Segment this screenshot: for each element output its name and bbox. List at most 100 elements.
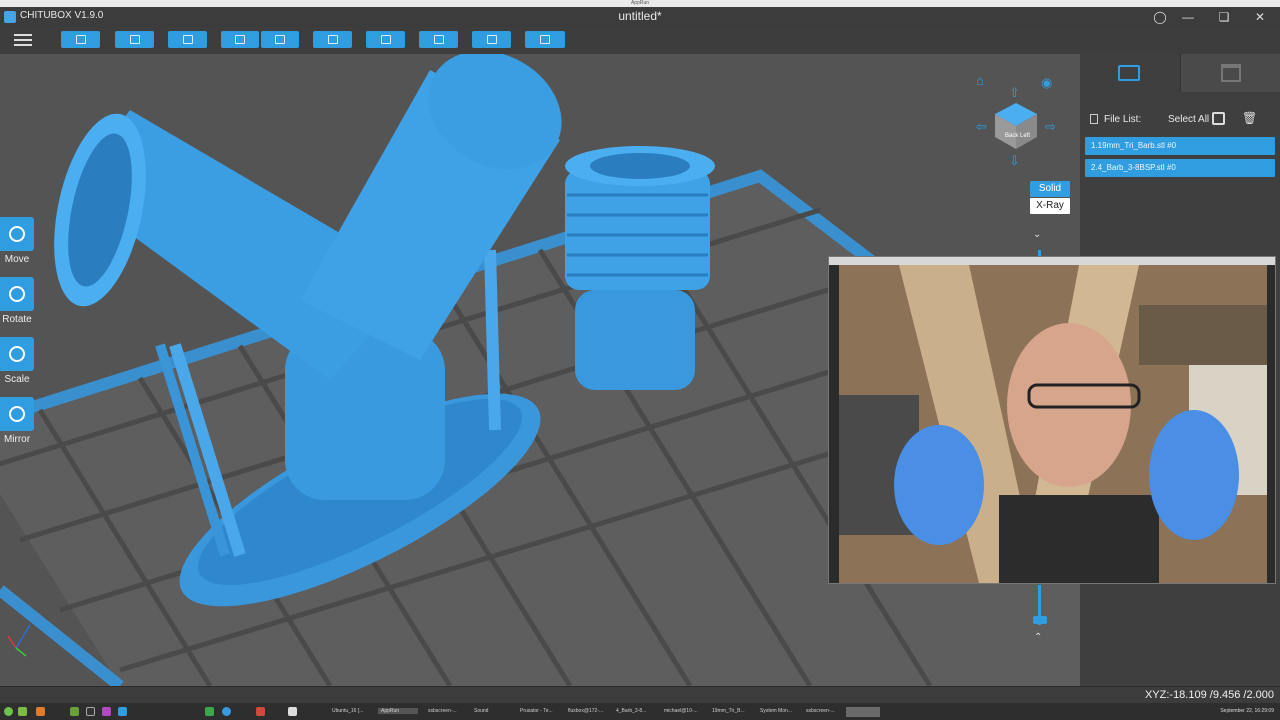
export-icon	[182, 35, 193, 44]
eye-icon[interactable]: ◉	[1041, 76, 1052, 89]
taskbar-item[interactable]: fluxbox@172-...	[568, 708, 608, 714]
document-title: untitled*	[618, 9, 662, 23]
file-list-label: File List:	[1104, 114, 1142, 125]
taskbar-item[interactable]: AppRun	[378, 708, 418, 714]
slice-button[interactable]	[525, 31, 565, 48]
move-label: Move	[4, 254, 30, 265]
undo-button[interactable]	[221, 31, 259, 48]
slice-icon	[540, 35, 550, 44]
xyz-readout: XYZ:-18.109 /9.456 /2.000	[1144, 689, 1274, 701]
rotate-left-icon[interactable]: ⇦	[976, 120, 987, 133]
rotate-down-icon[interactable]: ⇩	[1009, 154, 1020, 167]
taskbar-item[interactable]: Prusator - Te...	[520, 708, 560, 714]
taskbar-item[interactable]: ssbscreen-...	[428, 708, 468, 714]
nav-cube[interactable]: Back Left	[993, 101, 1039, 151]
main-toolbar	[0, 27, 1280, 54]
open-file-button[interactable]	[61, 31, 100, 48]
firefox-icon[interactable]	[36, 707, 45, 716]
taskbar: Ubuntu_16 [... AppRun ssbscreen-... Soun…	[0, 703, 1280, 720]
app-name: CHITUBOX V1.9.0	[20, 10, 104, 21]
user-icon[interactable]: ◯	[1152, 9, 1168, 25]
scale-label: Scale	[4, 374, 30, 385]
tab-settings[interactable]	[1080, 54, 1180, 92]
hollow-button[interactable]	[419, 31, 458, 48]
app-icon[interactable]	[205, 707, 214, 716]
home-view-icon[interactable]: ⌂	[976, 74, 984, 87]
save-button[interactable]	[115, 31, 154, 48]
folder-icon	[75, 35, 86, 44]
files-icon[interactable]	[18, 707, 27, 716]
drill-button[interactable]	[472, 31, 511, 48]
file-list-item[interactable]: 2.4_Barb_3-8BSP.stl #0	[1085, 159, 1275, 177]
browser-icon[interactable]	[222, 707, 231, 716]
webcam-window[interactable]	[828, 256, 1276, 584]
redo-icon	[275, 35, 285, 44]
copy-icon	[327, 35, 338, 44]
rotate-up-icon[interactable]: ⇧	[1009, 86, 1020, 99]
taskbar-item[interactable]: Sound	[474, 708, 514, 714]
app-icon[interactable]	[118, 707, 127, 716]
taskbar-item[interactable]: michael@10-...	[664, 708, 704, 714]
menu-icon[interactable]	[14, 31, 32, 49]
status-bar: XYZ:-18.109 /9.456 /2.000	[0, 686, 1280, 703]
barb-model	[565, 146, 715, 390]
save-icon	[129, 35, 140, 44]
maximize-button[interactable]: ❏	[1216, 9, 1232, 25]
webcam-feed	[839, 265, 1267, 583]
axis-gizmo	[7, 624, 31, 657]
app-icon[interactable]	[256, 707, 265, 716]
taskbar-item[interactable]: Ubuntu_16 [...	[332, 708, 372, 714]
cube-face-left: Left	[1020, 133, 1030, 139]
xray-mode-button[interactable]: X-Ray	[1030, 198, 1070, 214]
folder-icon[interactable]	[70, 707, 79, 716]
file-icon	[1090, 114, 1098, 124]
move-icon	[9, 226, 25, 242]
app-icon[interactable]	[102, 707, 111, 716]
redo-button[interactable]	[261, 31, 299, 48]
minimize-button[interactable]: —	[1180, 9, 1196, 25]
collapse-chevron-icon[interactable]: ⌄	[1033, 228, 1041, 241]
taskbar-item[interactable]: ssbscreen-...	[806, 708, 846, 714]
layer-slider-handle[interactable]	[1033, 616, 1047, 624]
rotate-icon	[9, 286, 25, 302]
terminal-icon[interactable]	[86, 707, 95, 716]
taskbar-item[interactable]: 19mm_Tri_B...	[712, 708, 752, 714]
chitubox-logo-icon	[4, 11, 16, 23]
workspace-switcher[interactable]	[846, 707, 880, 717]
expand-chevron-icon[interactable]: ⌃	[1034, 631, 1042, 644]
solid-mode-button[interactable]: Solid	[1030, 181, 1070, 197]
os-top-label: AppRun	[630, 0, 650, 6]
export-button[interactable]	[168, 31, 207, 48]
os-top-strip: AppRun	[0, 0, 1280, 7]
copy-button[interactable]	[313, 31, 352, 48]
file-list-item[interactable]: 1.19mm_Tri_Barb.stl #0	[1085, 137, 1275, 155]
clock: September 22, 16:29:09	[1220, 708, 1274, 714]
webcam-title	[829, 257, 1275, 265]
select-all-label: Select All	[1168, 114, 1210, 125]
drill-icon	[486, 35, 497, 44]
hollow-icon	[433, 35, 444, 44]
settings-icon	[1118, 65, 1140, 81]
title-bar: CHITUBOX V1.9.0 untitled* ◯ — ❏ ✕	[0, 7, 1280, 27]
rotate-right-icon[interactable]: ⇨	[1045, 120, 1056, 133]
mirror-icon	[9, 406, 25, 422]
rotate-tool[interactable]: Rotate	[0, 277, 34, 325]
taskbar-item[interactable]: 4_Barb_3-8...	[616, 708, 656, 714]
app-window: AppRun CHITUBOX V1.9.0 untitled* ◯ — ❏ ✕	[0, 0, 1280, 720]
app-icon[interactable]	[288, 707, 297, 716]
select-all-checkbox[interactable]	[1212, 112, 1225, 125]
start-menu-icon[interactable]	[4, 707, 13, 716]
delete-icon[interactable]: 🗑	[1242, 112, 1257, 125]
tab-supports[interactable]	[1180, 54, 1280, 92]
arrange-icon	[380, 35, 391, 44]
mirror-tool[interactable]: Mirror	[0, 397, 34, 445]
close-button[interactable]: ✕	[1252, 9, 1268, 25]
move-tool[interactable]: Move	[0, 217, 34, 265]
mirror-label: Mirror	[3, 434, 31, 445]
scale-tool[interactable]: Scale	[0, 337, 34, 385]
taskbar-item[interactable]: System Mon...	[760, 708, 800, 714]
rotate-label: Rotate	[2, 314, 32, 325]
cube-face-back: Back	[1005, 133, 1019, 139]
arrange-button[interactable]	[366, 31, 405, 48]
undo-icon	[235, 35, 245, 44]
